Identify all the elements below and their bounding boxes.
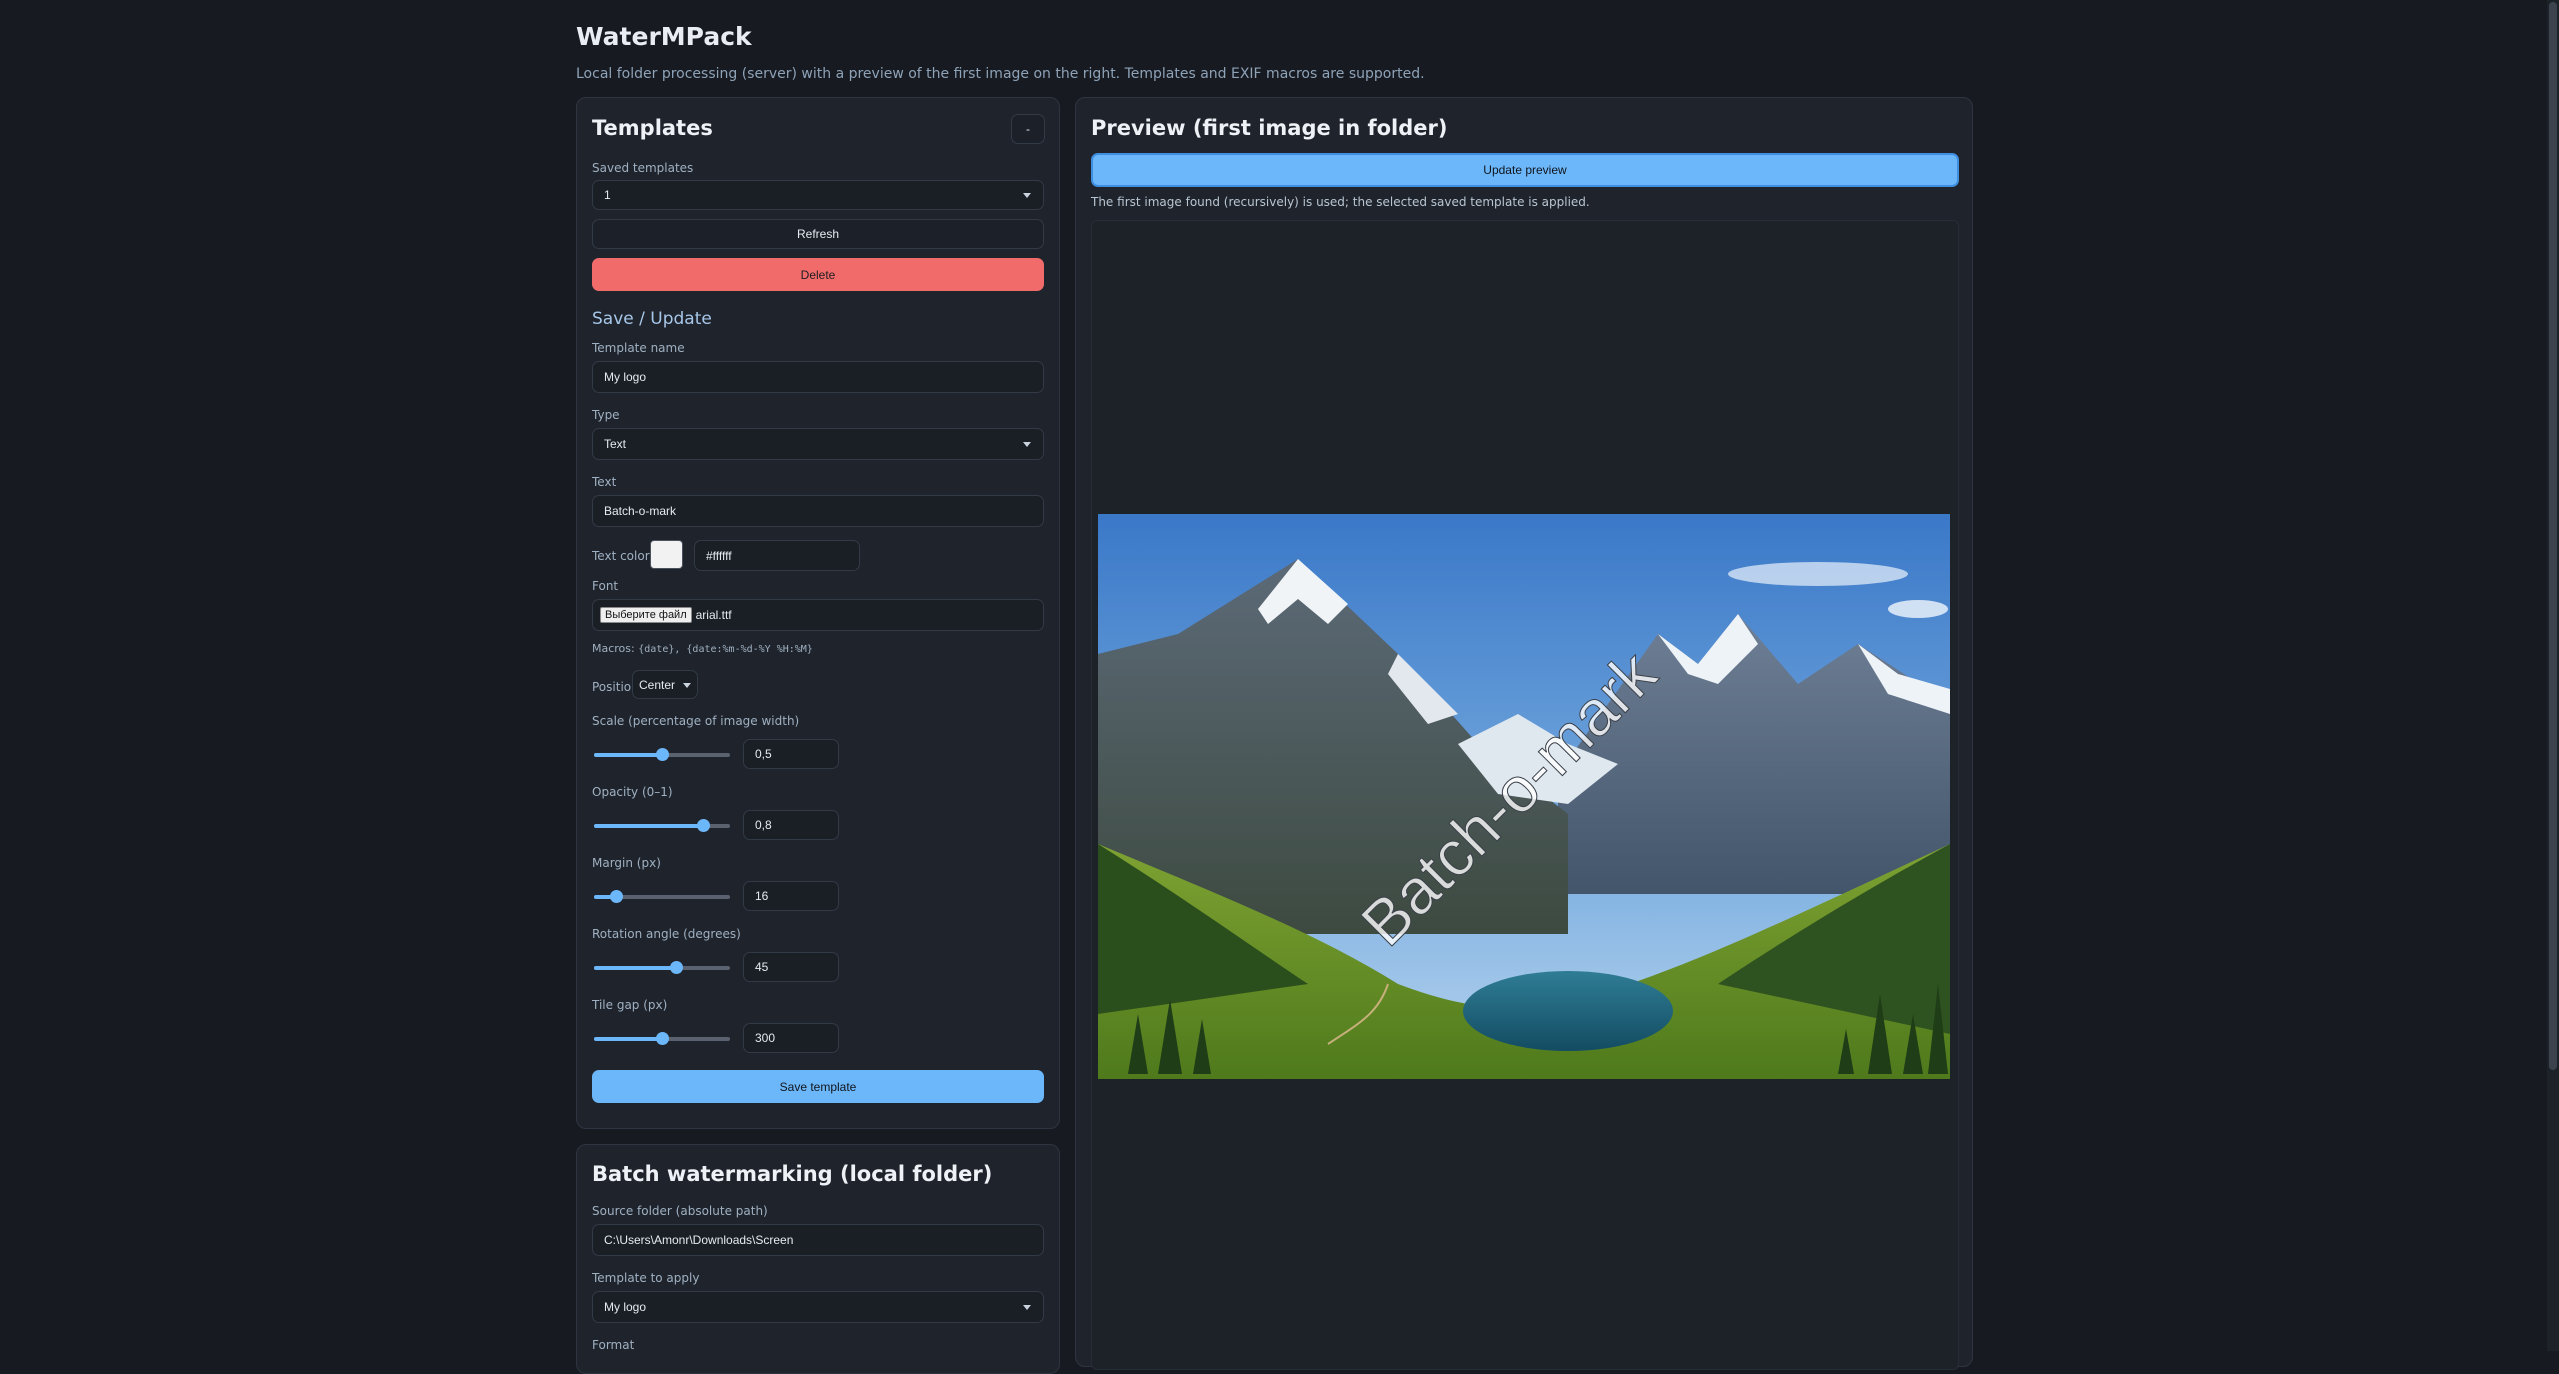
saved-templates-select[interactable]: 1 bbox=[592, 180, 1044, 210]
text-color-label: Text color bbox=[592, 549, 650, 563]
saved-templates-label: Saved templates bbox=[592, 161, 694, 175]
margin-slider[interactable] bbox=[594, 890, 730, 903]
update-preview-button[interactable]: Update preview bbox=[1091, 153, 1959, 187]
font-file-name: arial.ttf bbox=[695, 608, 732, 622]
format-label: Format bbox=[592, 1338, 635, 1352]
preview-title: Preview (first image in folder) bbox=[1091, 116, 1448, 140]
opacity-input[interactable]: 0,8 bbox=[743, 810, 839, 840]
collapse-button[interactable]: - bbox=[1011, 114, 1045, 144]
batch-card: Batch watermarking (local folder) Source… bbox=[576, 1144, 1060, 1374]
tile-gap-label: Tile gap (px) bbox=[592, 998, 668, 1012]
watermark-text-value: Batch-o-mark bbox=[604, 504, 677, 518]
rotation-input[interactable]: 45 bbox=[743, 952, 839, 982]
templates-title: Templates bbox=[592, 116, 713, 140]
template-name-input[interactable]: My logo bbox=[592, 361, 1044, 393]
tile-gap-value: 300 bbox=[755, 1031, 776, 1045]
margin-input[interactable]: 16 bbox=[743, 881, 839, 911]
chevron-down-icon bbox=[1023, 1305, 1031, 1310]
type-label: Type bbox=[592, 408, 620, 422]
save-update-title: Save / Update bbox=[592, 309, 712, 329]
opacity-value: 0,8 bbox=[755, 818, 772, 832]
saved-templates-value: 1 bbox=[604, 188, 611, 202]
position-value: Center bbox=[639, 677, 676, 692]
type-select[interactable]: Text bbox=[592, 428, 1044, 460]
template-name-value: My logo bbox=[604, 370, 647, 384]
source-folder-input[interactable]: C:\Users\Amonr\Downloads\Screen bbox=[592, 1224, 1044, 1256]
slider-handle[interactable] bbox=[669, 961, 683, 974]
batch-title: Batch watermarking (local folder) bbox=[592, 1162, 993, 1186]
source-folder-label: Source folder (absolute path) bbox=[592, 1204, 768, 1218]
tile-gap-input[interactable]: 300 bbox=[743, 1023, 839, 1053]
rotation-label: Rotation angle (degrees) bbox=[592, 927, 741, 941]
tile-gap-slider[interactable] bbox=[594, 1032, 730, 1045]
template-name-label: Template name bbox=[592, 341, 685, 355]
app-subtitle: Local folder processing (server) with a … bbox=[576, 66, 1425, 82]
font-file-input[interactable]: Выберите файл arial.ttf bbox=[592, 599, 1044, 631]
template-apply-value: My logo bbox=[604, 1300, 647, 1314]
slider-handle[interactable] bbox=[696, 819, 710, 832]
scale-input[interactable]: 0,5 bbox=[743, 739, 839, 769]
slider-handle[interactable] bbox=[656, 1032, 669, 1045]
margin-value: 16 bbox=[755, 889, 769, 903]
type-value: Text bbox=[604, 437, 627, 451]
rotation-value: 45 bbox=[755, 960, 769, 974]
opacity-label: Opacity (0–1) bbox=[592, 785, 673, 799]
chevron-down-icon bbox=[1023, 442, 1031, 447]
position-select[interactable]: Center bbox=[632, 670, 698, 699]
font-label: Font bbox=[592, 579, 619, 593]
macros-list: {date}, {date:%m-%d-%Y %H:%M} bbox=[638, 644, 813, 655]
slider-handle[interactable] bbox=[656, 748, 669, 761]
template-apply-select[interactable]: My logo bbox=[592, 1291, 1044, 1323]
app-title: WaterMPack bbox=[576, 22, 752, 51]
watermark-text-input[interactable]: Batch-o-mark bbox=[592, 495, 1044, 527]
preview-note: The first image found (recursively) is u… bbox=[1091, 195, 1590, 209]
margin-label: Margin (px) bbox=[592, 856, 661, 870]
preview-card: Preview (first image in folder) Update p… bbox=[1075, 97, 1973, 1370]
scale-slider[interactable] bbox=[594, 748, 730, 761]
refresh-button[interactable]: Refresh bbox=[592, 219, 1044, 249]
delete-button[interactable]: Delete bbox=[592, 258, 1044, 291]
save-template-button[interactable]: Save template bbox=[592, 1070, 1044, 1103]
scale-value: 0,5 bbox=[755, 747, 772, 761]
chevron-down-icon bbox=[1023, 193, 1031, 198]
color-hex-value: #ffffff bbox=[706, 548, 732, 563]
color-hex-input[interactable]: #ffffff bbox=[694, 540, 860, 571]
opacity-slider[interactable] bbox=[594, 819, 730, 832]
macros-prefix: Macros: bbox=[592, 642, 635, 655]
preview-image: Batch-o-mark bbox=[1098, 514, 1950, 1079]
text-label: Text bbox=[592, 475, 617, 489]
scrollbar-thumb[interactable] bbox=[2549, 2, 2557, 1070]
rotation-slider[interactable] bbox=[594, 961, 730, 974]
chevron-down-icon bbox=[683, 682, 691, 688]
slider-handle[interactable] bbox=[609, 890, 623, 903]
color-swatch[interactable] bbox=[650, 540, 683, 569]
source-folder-value: C:\Users\Amonr\Downloads\Screen bbox=[604, 1233, 794, 1247]
scale-label: Scale (percentage of image width) bbox=[592, 714, 800, 728]
template-apply-label: Template to apply bbox=[592, 1271, 700, 1285]
macros-hint: Macros: {date}, {date:%m-%d-%Y %H:%M} bbox=[592, 642, 813, 655]
templates-card: Templates - Saved templates 1 Refresh De… bbox=[576, 97, 1060, 1129]
choose-file-button[interactable]: Выберите файл bbox=[600, 607, 692, 623]
